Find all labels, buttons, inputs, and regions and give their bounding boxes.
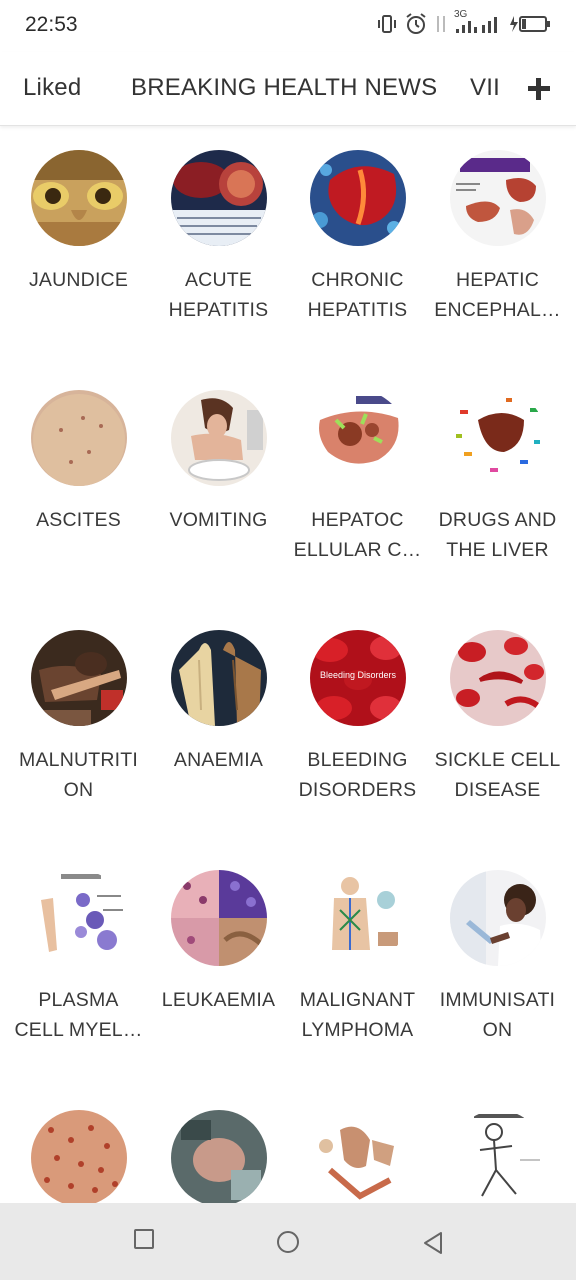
topic-leukaemia[interactable]: LEUKAEMIA <box>149 847 288 1087</box>
status-icons: 3G <box>376 9 552 41</box>
topic-label: HEPATOC ELLULAR C… <box>293 509 422 561</box>
topic-label: JAUNDICE <box>28 269 129 291</box>
topic-label: SICKLE CELL DISEASE <box>434 749 561 801</box>
topic-label: CHRONIC HEPATITIS <box>307 269 408 321</box>
sketch-figure-image <box>450 1110 546 1203</box>
add-tab-button[interactable] <box>528 78 550 100</box>
topic-sketch-figure[interactable] <box>428 1087 567 1203</box>
topic-measles[interactable] <box>9 1087 148 1203</box>
topic-label: IMMUNISATI ON <box>439 989 556 1041</box>
chronic-hepatitis-image <box>310 150 406 246</box>
bleeding-disorders-image: Bleeding Disorders <box>310 630 406 726</box>
topic-vomiting[interactable]: VOMITING <box>149 367 288 607</box>
topic-label: VOMITING <box>169 509 268 531</box>
topic-immunisation[interactable]: IMMUNISATI ON <box>428 847 567 1087</box>
topic-ascites[interactable]: ASCITES <box>9 367 148 607</box>
topic-acute-hepatitis[interactable]: ACUTE HEPATITIS <box>149 127 288 367</box>
topic-label: LEUKAEMIA <box>161 989 276 1011</box>
alarm-icon <box>404 12 428 41</box>
newborn-image <box>171 1110 267 1203</box>
topic-malnutrition[interactable]: MALNUTRITI ON <box>9 607 148 847</box>
topic-label: ANAEMIA <box>173 749 264 771</box>
network-type: 3G <box>454 8 468 20</box>
anatomy-diagram-image <box>310 1110 406 1203</box>
signal-3g-icon: 3G <box>454 9 502 40</box>
topic-anatomy-diagram[interactable] <box>288 1087 427 1203</box>
hepatocellular-carcinoma-image <box>310 390 406 486</box>
tab-liked[interactable]: Liked <box>23 74 81 102</box>
home-icon[interactable] <box>277 1231 299 1253</box>
tab-vii[interactable]: VII <box>470 74 500 102</box>
measles-rash-image <box>31 1110 127 1203</box>
topic-drugs-and-the-liver[interactable]: DRUGS AND THE LIVER <box>428 367 567 607</box>
immunisation-image <box>450 870 546 966</box>
tab-breaking-health-news[interactable]: BREAKING HEALTH NEWS <box>131 74 437 102</box>
data-arrows-icon <box>434 13 448 40</box>
topic-jaundice[interactable]: JAUNDICE <box>9 127 148 367</box>
status-time: 22:53 <box>25 13 78 36</box>
leukaemia-image <box>171 870 267 966</box>
tab-bar: Liked BREAKING HEALTH NEWS VII <box>0 52 576 126</box>
back-icon[interactable] <box>421 1230 445 1261</box>
topic-label: PLASMA CELL MYEL… <box>14 989 143 1041</box>
recent-apps-icon[interactable] <box>134 1229 154 1249</box>
vibrate-icon <box>376 13 398 40</box>
topic-label: ACUTE HEPATITIS <box>168 269 269 321</box>
drugs-liver-image <box>450 390 546 486</box>
topic-hepatocellular-carcinoma[interactable]: HEPATOC ELLULAR C… <box>288 367 427 607</box>
topic-anaemia[interactable]: ANAEMIA <box>149 607 288 847</box>
topic-sickle-cell-disease[interactable]: SICKLE CELL DISEASE <box>428 607 567 847</box>
topic-label: HEPATIC ENCEPHAL… <box>434 269 561 321</box>
jaundice-eyes-image <box>31 150 127 246</box>
sickle-cell-image <box>450 630 546 726</box>
topic-label: ASCITES <box>36 509 121 531</box>
status-bar: 22:53 3G <box>0 0 576 52</box>
malnutrition-image <box>31 630 127 726</box>
battery-charging-icon <box>508 13 552 40</box>
topic-label: MALNUTRITI ON <box>19 749 138 801</box>
topic-chronic-hepatitis[interactable]: CHRONIC HEPATITIS <box>288 127 427 367</box>
topic-label: MALIGNANT LYMPHOMA <box>299 989 416 1041</box>
bleeding-overlay-text: Bleeding Disorders <box>319 670 397 680</box>
topic-bleeding-disorders[interactable]: Bleeding Disorders BLEEDING DISORDERS <box>288 607 427 847</box>
topic-hepatic-encephalopathy[interactable]: HEPATIC ENCEPHAL… <box>428 127 567 367</box>
topic-plasma-cell-myeloma[interactable]: PLASMA CELL MYEL… <box>9 847 148 1087</box>
topic-label: DRUGS AND THE LIVER <box>438 509 557 561</box>
topic-malignant-lymphoma[interactable]: MALIGNANT LYMPHOMA <box>288 847 427 1087</box>
topic-newborn[interactable] <box>149 1087 288 1203</box>
hepatic-encephalopathy-image <box>450 150 546 246</box>
vomiting-image <box>171 390 267 486</box>
ascites-abdomen-image <box>31 390 127 486</box>
malignant-lymphoma-image <box>310 870 406 966</box>
acute-hepatitis-image <box>171 150 267 246</box>
topic-label: BLEEDING DISORDERS <box>298 749 417 801</box>
plasma-cell-myeloma-image <box>31 870 127 966</box>
topics-grid: JAUNDICE ACUTE HEPATITIS CHRONIC HEPATITIS… <box>0 127 576 1203</box>
anaemia-hands-image <box>171 630 267 726</box>
system-navigation-bar <box>0 1203 576 1280</box>
